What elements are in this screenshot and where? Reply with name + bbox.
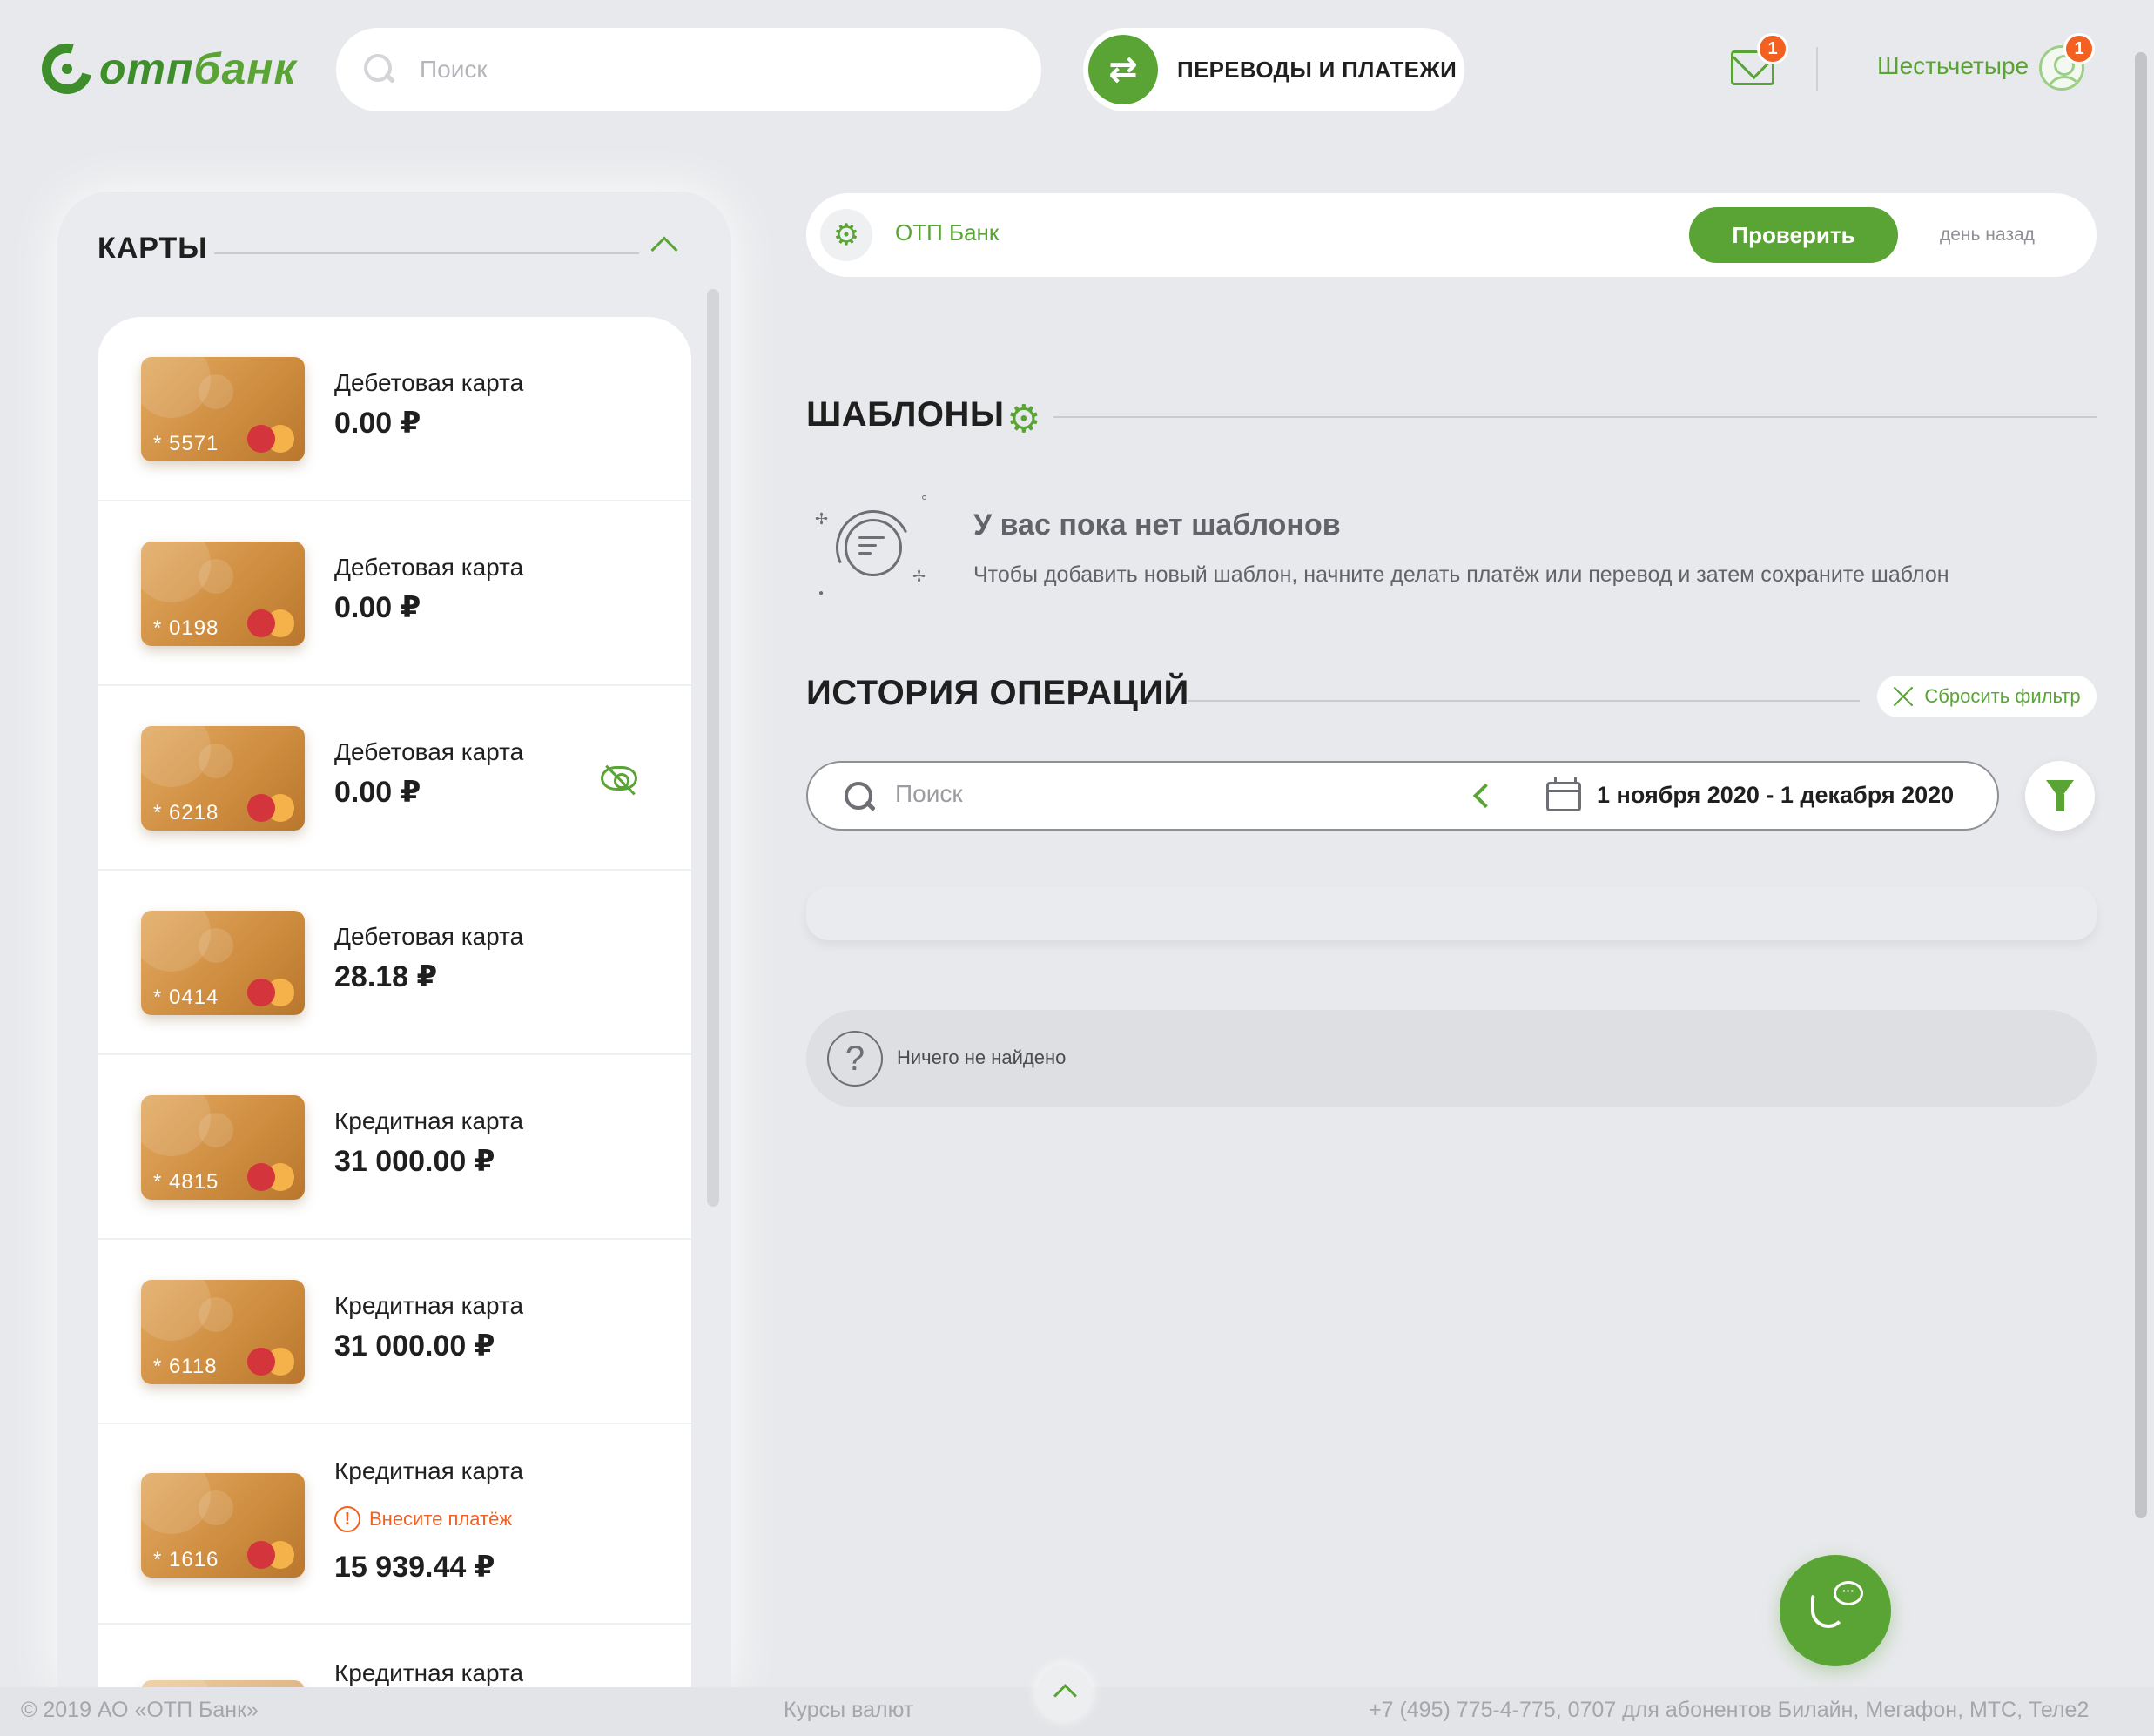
reset-filter-button[interactable]: Сбросить фильтр [1877, 676, 2097, 717]
mastercard-logo [247, 794, 296, 822]
card-list: * 5571 Дебетовая карта 0.00 ₽ * 0198 Деб… [98, 317, 691, 1689]
hidden-card-eye-off-icon[interactable] [601, 766, 637, 791]
card-item[interactable]: * 1616 Кредитная карта ! Внесите платёж … [98, 1424, 691, 1625]
notice-bank-name: ОТП Банк [895, 219, 1000, 246]
question-icon: ? [827, 1031, 883, 1087]
search-icon [362, 52, 397, 87]
card-number: * 6118 [153, 1355, 218, 1378]
filter-icon [2046, 780, 2074, 811]
check-button[interactable]: Проверить [1689, 207, 1898, 263]
global-search-placeholder: Поиск [420, 56, 488, 83]
card-number: * 4815 [153, 1170, 219, 1194]
card-image: * 0414 [141, 911, 305, 1015]
card-image: * 6118 [141, 1280, 305, 1384]
card-type: Дебетовая карта [334, 554, 524, 581]
card-type: Кредитная карта [334, 1107, 524, 1134]
logo-mark-icon [32, 34, 102, 104]
card-number: * 6218 [153, 801, 219, 824]
cards-section-title: КАРТЫ [98, 232, 208, 265]
card-amount: 31 000.00 ₽ [334, 1145, 495, 1178]
date-range[interactable]: 1 ноября 2020 - 1 декабря 2020 [1597, 782, 1954, 809]
templates-empty-description: Чтобы добавить новый шаблон, начните дел… [973, 562, 1949, 587]
mastercard-logo [247, 1541, 296, 1569]
nothing-found-banner: ? Ничего не найдено [806, 1010, 2097, 1107]
card-item[interactable]: Кредитная карта [98, 1625, 691, 1689]
footer-expand-chevron-up-icon[interactable] [1036, 1665, 1092, 1720]
support-chat-button[interactable]: ··· [1780, 1555, 1891, 1666]
card-image: * 1616 [141, 1473, 305, 1578]
payment-warning-text: Внесите платёж [369, 1508, 513, 1530]
footer-phone-numbers: +7 (495) 775-4-775, 0707 для абонентов Б… [1369, 1698, 2090, 1722]
gear-icon: ⚙ [820, 209, 872, 261]
mastercard-logo [247, 979, 296, 1006]
mastercard-logo [247, 1348, 296, 1376]
templates-empty-icon: ✢ ° ✢ ● [815, 493, 928, 598]
card-number: * 0198 [153, 616, 219, 640]
history-search-placeholder: Поиск [895, 780, 963, 807]
card-amount: 0.00 ₽ [334, 776, 421, 809]
otp-bank-logo[interactable]: отпбанк [32, 34, 297, 104]
templates-settings-gear-icon[interactable]: ⚙ [1006, 400, 1040, 439]
card-image: * 6218 [141, 726, 305, 831]
card-type: Кредитная карта [334, 1457, 524, 1484]
card-type: Дебетовая карта [334, 738, 524, 765]
card-type: Кредитная карта [334, 1659, 524, 1686]
history-loading-placeholder [806, 886, 2097, 940]
cards-scrollbar[interactable] [707, 289, 719, 1207]
card-type: Кредитная карта [334, 1292, 524, 1319]
card-type: Дебетовая карта [334, 369, 524, 396]
mastercard-logo [247, 1163, 296, 1191]
card-amount: 15 939.44 ₽ [334, 1551, 495, 1584]
history-title-line [1188, 700, 1860, 702]
card-amount: 28.18 ₽ [334, 960, 438, 993]
card-number: * 5571 [153, 432, 219, 455]
logo-suffix: банк [193, 44, 297, 93]
history-search-bar[interactable]: Поиск 1 ноября 2020 - 1 декабря 2020 [806, 761, 1999, 831]
nothing-found-text: Ничего не найдено [897, 1046, 1067, 1068]
card-image: * 5571 [141, 357, 305, 461]
mastercard-logo [247, 609, 296, 637]
header-divider [1816, 47, 1818, 91]
notice-time: день назад [1940, 225, 2035, 245]
templates-title: ШАБЛОНЫ [806, 395, 1005, 434]
card-image: * 4815 [141, 1095, 305, 1200]
filter-button[interactable] [2025, 761, 2095, 831]
history-title: ИСТОРИЯ ОПЕРАЦИЙ [806, 674, 1189, 712]
footer-exchange-rates-link[interactable]: Курсы валют [784, 1698, 913, 1723]
transfers-payments-label: ПЕРЕВОДЫ И ПЛАТЕЖИ [1177, 56, 1457, 83]
username-link[interactable]: Шестьчетыре [1877, 52, 2029, 80]
mastercard-logo [247, 425, 296, 453]
card-type: Дебетовая карта [334, 923, 524, 950]
previous-period-chevron-left-icon[interactable] [1472, 783, 1498, 809]
page-scrollbar[interactable] [2135, 52, 2147, 1518]
close-icon [1893, 686, 1914, 707]
global-search-input[interactable]: Поиск [336, 28, 1041, 111]
profile-badge: 1 [2063, 33, 2095, 64]
templates-empty-title: У вас пока нет шаблонов [973, 508, 1341, 542]
transfer-arrows-icon: ⇄ [1088, 35, 1158, 104]
card-amount: 0.00 ₽ [334, 591, 421, 624]
card-item[interactable]: * 4815 Кредитная карта 31 000.00 ₽ [98, 1055, 691, 1240]
logo-prefix: отп [99, 44, 194, 93]
mail-badge: 1 [1757, 33, 1788, 64]
reset-filter-label: Сбросить фильтр [1924, 685, 2081, 707]
card-amount: 31 000.00 ₽ [334, 1329, 495, 1363]
payment-warning: ! Внесите платёж [334, 1506, 512, 1532]
calendar-icon[interactable] [1546, 777, 1581, 811]
templates-title-line [1053, 416, 2097, 418]
card-amount: 0.00 ₽ [334, 407, 421, 440]
card-item[interactable]: * 5571 Дебетовая карта 0.00 ₽ [98, 317, 691, 501]
card-item[interactable]: * 6118 Кредитная карта 31 000.00 ₽ [98, 1240, 691, 1424]
card-number: * 0414 [153, 986, 219, 1009]
card-item[interactable]: * 0198 Дебетовая карта 0.00 ₽ [98, 501, 691, 686]
card-item[interactable]: * 6218 Дебетовая карта 0.00 ₽ [98, 686, 691, 871]
card-image: * 0198 [141, 542, 305, 646]
card-item[interactable]: * 0414 Дебетовая карта 28.18 ₽ [98, 871, 691, 1055]
warning-icon: ! [334, 1506, 360, 1532]
card-number: * 1616 [153, 1548, 219, 1571]
cards-title-line [214, 252, 639, 254]
transfers-payments-button[interactable]: ⇄ ПЕРЕВОДЫ И ПЛАТЕЖИ [1083, 28, 1464, 111]
footer-copyright: © 2019 АО «ОТП Банк» [21, 1698, 259, 1722]
bank-notice-bar [806, 193, 2097, 277]
